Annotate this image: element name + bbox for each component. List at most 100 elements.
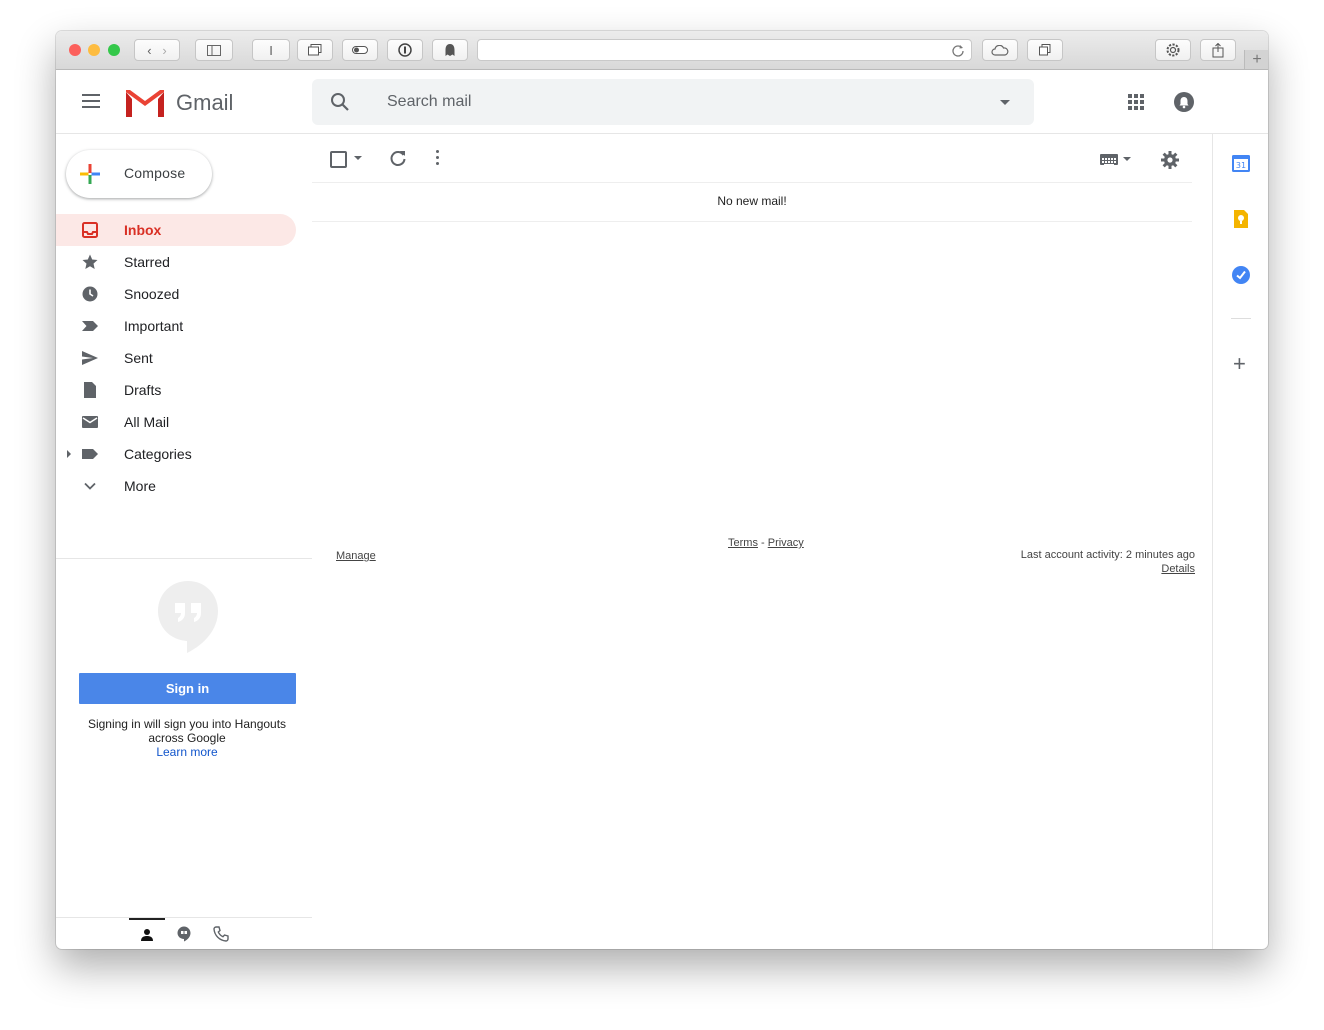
phone-icon bbox=[213, 926, 229, 942]
manage-link-text[interactable]: Manage bbox=[336, 550, 376, 562]
cloud-icon bbox=[991, 44, 1009, 56]
sidebar-nav: Inbox Starred Snoozed Important Sent Dra… bbox=[56, 214, 312, 502]
conversations-tab[interactable] bbox=[166, 918, 202, 949]
sidebar-item-drafts[interactable]: Drafts bbox=[56, 374, 312, 406]
reload-icon[interactable] bbox=[951, 43, 965, 57]
tasks-icon[interactable] bbox=[1232, 266, 1250, 284]
close-window-button[interactable] bbox=[69, 44, 81, 56]
extension-toggle-button[interactable] bbox=[342, 39, 378, 61]
browser-window: ‹ › I + Gmail Search mail Compose Inbox … bbox=[56, 31, 1268, 949]
mail-toolbar bbox=[312, 134, 1192, 183]
compose-label: Compose bbox=[124, 165, 186, 181]
google-apps-icon[interactable] bbox=[1128, 94, 1144, 110]
search-bar[interactable]: Search mail bbox=[312, 79, 1034, 125]
sidebar-item-label: Drafts bbox=[124, 382, 162, 398]
phone-calls-tab[interactable] bbox=[203, 918, 239, 949]
add-addon-plus-icon[interactable]: + bbox=[1233, 353, 1246, 375]
more-options-icon[interactable] bbox=[436, 150, 439, 168]
select-all-checkbox[interactable] bbox=[330, 151, 347, 168]
gmail-logo-icon bbox=[126, 90, 164, 117]
back-icon[interactable]: ‹ bbox=[147, 43, 151, 58]
hangouts-chat-icon bbox=[177, 926, 191, 942]
tab-overview-button[interactable] bbox=[1027, 39, 1063, 61]
privacy-link[interactable]: Privacy bbox=[768, 537, 804, 549]
address-bar[interactable] bbox=[477, 39, 972, 61]
extension-ghostery-button[interactable] bbox=[432, 39, 468, 61]
hangouts-sign-in-button[interactable]: Sign in bbox=[79, 673, 296, 704]
settings-gear-icon[interactable] bbox=[1160, 150, 1180, 170]
windows-icon bbox=[308, 44, 322, 56]
keyboard-icon[interactable] bbox=[1100, 154, 1118, 166]
icloud-tabs-button[interactable] bbox=[982, 39, 1018, 61]
contacts-tab[interactable] bbox=[129, 918, 165, 949]
ghost-icon bbox=[445, 44, 455, 56]
zoom-window-button[interactable] bbox=[108, 44, 120, 56]
svg-text:31: 31 bbox=[1236, 161, 1246, 170]
terms-link[interactable]: Terms bbox=[728, 537, 758, 549]
browser-toolbar: ‹ › I + bbox=[56, 31, 1268, 70]
sidebar-item-important[interactable]: Important bbox=[56, 310, 312, 342]
sidebar-item-more[interactable]: More bbox=[56, 470, 312, 502]
back-forward-buttons[interactable]: ‹ › bbox=[134, 39, 180, 61]
main-menu-button[interactable] bbox=[82, 94, 100, 112]
select-options-icon[interactable] bbox=[354, 156, 362, 160]
learn-more-link[interactable]: Learn more bbox=[156, 745, 217, 759]
refresh-icon[interactable] bbox=[389, 149, 407, 167]
person-icon bbox=[141, 929, 153, 941]
compose-plus-icon bbox=[80, 164, 100, 184]
forward-icon[interactable]: › bbox=[162, 43, 166, 58]
hangouts-signin-description: Signing in will sign you into Hangouts a… bbox=[87, 717, 287, 745]
compose-button[interactable]: Compose bbox=[66, 150, 212, 198]
chevron-down-icon bbox=[84, 482, 96, 490]
hangouts-bottom-bar bbox=[56, 917, 312, 949]
empty-inbox-message: No new mail! bbox=[312, 183, 1192, 222]
expand-arrow-icon[interactable] bbox=[67, 450, 71, 458]
sidebar-item-label: Sent bbox=[124, 350, 153, 366]
terms-privacy-links: Terms - Privacy bbox=[728, 537, 804, 549]
last-activity-text: Last account activity: 2 minutes ago bbox=[1020, 549, 1195, 561]
terms-privacy-separator: - bbox=[757, 537, 768, 549]
gear-icon bbox=[1166, 43, 1180, 57]
sidebar-item-label: More bbox=[124, 478, 156, 494]
sidebar-item-sent[interactable]: Sent bbox=[56, 342, 312, 374]
sidebar-item-label: All Mail bbox=[124, 414, 170, 430]
extension-1password-button[interactable] bbox=[387, 39, 423, 61]
star-icon bbox=[82, 254, 98, 269]
sidebar-item-snoozed[interactable]: Snoozed bbox=[56, 278, 312, 310]
new-tab-button[interactable]: + bbox=[1244, 50, 1268, 69]
sidebar-item-categories[interactable]: Categories bbox=[56, 438, 312, 470]
share-icon bbox=[1212, 42, 1224, 57]
keep-icon[interactable] bbox=[1232, 210, 1250, 228]
activity-details-link[interactable]: Details bbox=[1161, 563, 1195, 575]
toggle-icon bbox=[352, 46, 368, 54]
sidebar-toggle-button[interactable] bbox=[195, 39, 233, 61]
minimize-window-button[interactable] bbox=[88, 44, 100, 56]
hangouts-signin-text: Signing in will sign you into Hangouts a… bbox=[76, 717, 298, 759]
tabs-icon bbox=[1039, 44, 1051, 56]
search-icon[interactable] bbox=[330, 92, 350, 112]
search-options-icon[interactable] bbox=[1000, 100, 1010, 105]
input-tools-caret-icon[interactable] bbox=[1123, 157, 1131, 161]
password-icon bbox=[398, 43, 412, 57]
account-avatar-icon[interactable] bbox=[1174, 92, 1194, 112]
manage-storage-link[interactable]: Manage bbox=[336, 550, 376, 562]
last-activity: Last account activity: 2 minutes ago Det… bbox=[996, 549, 1195, 575]
sidebar-item-starred[interactable]: Starred bbox=[56, 246, 312, 278]
calendar-icon[interactable]: 31 bbox=[1232, 154, 1250, 172]
hangouts-icon bbox=[158, 581, 218, 653]
clock-icon bbox=[82, 286, 98, 302]
sidebar-divider bbox=[56, 558, 312, 559]
send-icon bbox=[82, 351, 98, 365]
share-button[interactable] bbox=[1200, 39, 1236, 61]
sidebar-item-label: Inbox bbox=[124, 222, 162, 238]
side-panel: 31 + bbox=[1212, 134, 1268, 949]
settings-extension-button[interactable] bbox=[1155, 39, 1191, 61]
sidebar-item-label: Starred bbox=[124, 254, 170, 270]
sidebar-item-label: Snoozed bbox=[124, 286, 180, 302]
extension-windows-button[interactable] bbox=[297, 39, 333, 61]
extension-instapaper-button[interactable]: I bbox=[252, 39, 290, 61]
sidebar-item-all-mail[interactable]: All Mail bbox=[56, 406, 312, 438]
app-title: Gmail bbox=[176, 90, 234, 115]
search-input[interactable]: Search mail bbox=[387, 93, 471, 111]
sidebar-item-inbox[interactable]: Inbox bbox=[56, 214, 296, 246]
